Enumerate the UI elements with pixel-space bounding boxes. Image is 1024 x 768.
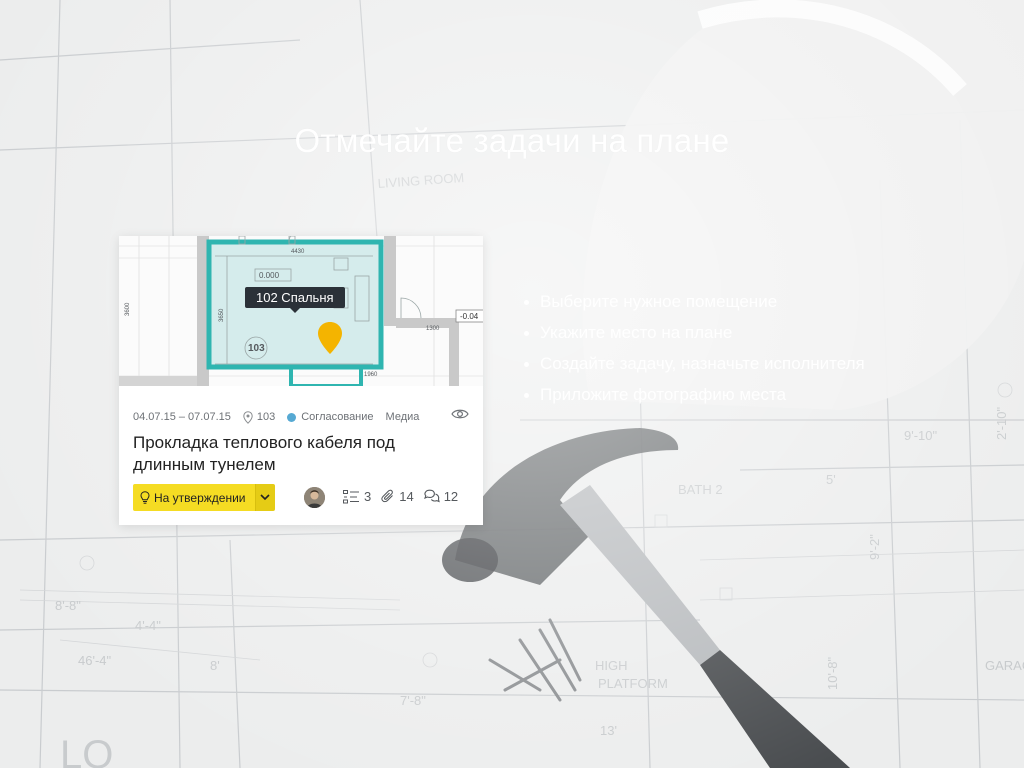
approval-button-group[interactable]: На утверждении <box>133 484 275 511</box>
map-pin-icon[interactable] <box>317 321 343 355</box>
checklist-icon <box>343 489 359 503</box>
room-tooltip: 102 Спальня <box>245 287 345 313</box>
location-pin-icon <box>243 410 253 424</box>
bullet-icon <box>524 393 529 398</box>
comments-icon <box>423 489 440 503</box>
approval-label: На утверждении <box>154 490 246 505</box>
feature-text: Приложите фотографию места <box>540 385 787 404</box>
comments-counter[interactable]: 12 <box>423 489 459 504</box>
media-link[interactable]: Медиа <box>386 411 420 423</box>
svg-text:4430: 4430 <box>291 249 305 255</box>
status-text: Согласование <box>301 411 374 423</box>
approval-dropdown-toggle[interactable] <box>254 484 275 511</box>
task-meta: 04.07.15 – 07.07.15 103 Согласование Мед… <box>133 409 431 425</box>
task-status: Согласование <box>287 411 374 423</box>
bullet-icon <box>524 362 529 367</box>
task-title[interactable]: Прокладка теплового кабеля под длинным т… <box>133 432 463 476</box>
feature-item: Создайте задачу, назначьте исполнителя <box>524 348 865 379</box>
svg-text:103: 103 <box>248 343 265 354</box>
task-counters: 3 14 12 <box>343 489 468 504</box>
feature-item: Укажите место на плане <box>524 317 865 348</box>
svg-text:3650: 3650 <box>219 308 225 322</box>
floor-plan[interactable]: 0.000 103 4430 3650 3600 1300 1960 -0.04… <box>119 236 483 386</box>
task-card[interactable]: 0.000 103 4430 3650 3600 1300 1960 -0.04… <box>119 236 483 525</box>
chevron-down-icon <box>260 494 270 501</box>
feature-text: Выберите нужное помещение <box>540 292 778 311</box>
subtasks-counter[interactable]: 3 <box>343 489 371 504</box>
attachments-counter[interactable]: 14 <box>381 489 414 504</box>
location-text: 103 <box>256 411 276 423</box>
feature-list: Выберите нужное помещение Укажите место … <box>524 286 865 410</box>
svg-text:1300: 1300 <box>426 326 440 332</box>
svg-text:-0.04: -0.04 <box>460 312 479 321</box>
feature-text: Укажите место на плане <box>540 323 733 342</box>
page-headline: Отмечайте задачи на плане <box>294 122 730 159</box>
bullet-icon <box>524 331 529 336</box>
subtasks-count: 3 <box>364 489 372 504</box>
svg-text:0.000: 0.000 <box>259 271 280 280</box>
bullet-icon <box>524 300 529 305</box>
approval-button[interactable]: На утверждении <box>133 484 255 511</box>
svg-text:3600: 3600 <box>125 302 131 316</box>
status-dot-icon <box>287 412 297 422</box>
feature-item: Выберите нужное помещение <box>524 286 865 317</box>
feature-text: Создайте задачу, назначьте исполнителя <box>540 354 865 373</box>
lightbulb-icon <box>140 491 150 504</box>
comments-count: 12 <box>443 489 459 504</box>
paperclip-icon <box>381 489 394 503</box>
assignee-avatar[interactable] <box>304 487 325 508</box>
feature-item: Приложите фотографию места <box>524 379 865 410</box>
attachments-count: 14 <box>399 489 414 504</box>
task-dates: 04.07.15 – 07.07.15 <box>133 411 231 423</box>
task-location: 103 <box>243 410 276 424</box>
eye-icon[interactable] <box>451 408 469 420</box>
svg-text:1960: 1960 <box>364 372 378 378</box>
